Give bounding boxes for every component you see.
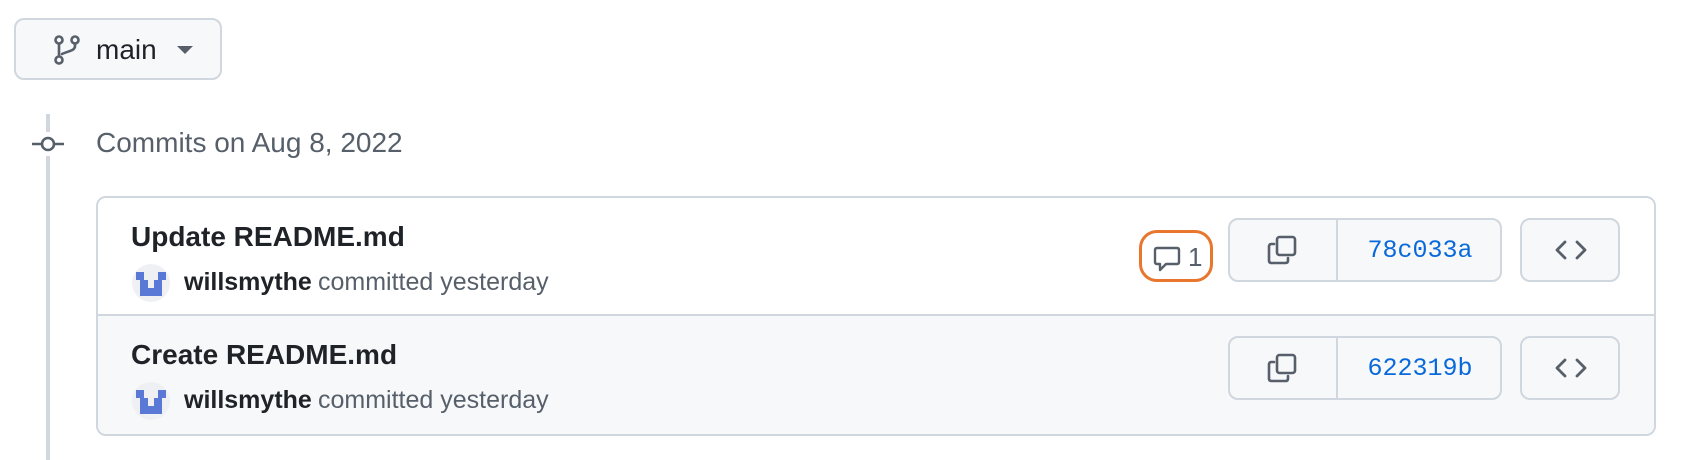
code-icon: [1555, 240, 1587, 260]
copy-icon: [1267, 353, 1297, 383]
commit-group-heading: Commits on Aug 8, 2022: [96, 127, 403, 158]
comment-icon: [1153, 246, 1181, 272]
commit-title-link[interactable]: Update README.md: [131, 220, 405, 254]
commit-timestamp: committed yesterday: [318, 386, 549, 414]
avatar[interactable]: [132, 264, 170, 302]
code-icon: [1555, 358, 1587, 378]
commit-sha-button-group: 622319b: [1228, 336, 1502, 400]
identicon-icon: [136, 390, 166, 414]
avatar[interactable]: [132, 382, 170, 420]
commit-sha-link[interactable]: 622319b: [1338, 338, 1500, 398]
commit-sha-link[interactable]: 78c033a: [1338, 220, 1500, 280]
commit-row: Create README.md willsmythe committed ye…: [98, 316, 1654, 434]
copy-sha-button[interactable]: [1230, 220, 1338, 280]
commit-sha-button-group: 78c033a: [1228, 218, 1502, 282]
branch-name: main: [96, 34, 157, 65]
identicon-icon: [136, 272, 166, 296]
commit-timestamp: committed yesterday: [318, 268, 549, 296]
commit-list: Update README.md willsmythe committed ye…: [96, 196, 1656, 436]
browse-repository-button[interactable]: [1520, 218, 1620, 282]
git-branch-icon: [54, 35, 80, 65]
git-commit-icon: [32, 132, 64, 156]
copy-icon: [1267, 235, 1297, 265]
browse-repository-button[interactable]: [1520, 336, 1620, 400]
commit-row: Update README.md willsmythe committed ye…: [98, 198, 1654, 316]
chevron-down-icon: [177, 46, 193, 54]
comment-count-button[interactable]: 1: [1139, 230, 1213, 282]
comment-count: 1: [1188, 242, 1203, 272]
branch-selector-button[interactable]: main: [14, 18, 222, 80]
commit-author-link[interactable]: willsmythe: [184, 266, 312, 298]
timeline-line: [46, 114, 50, 460]
commit-title-link[interactable]: Create README.md: [131, 338, 397, 372]
copy-sha-button[interactable]: [1230, 338, 1338, 398]
commit-author-link[interactable]: willsmythe: [184, 384, 312, 416]
